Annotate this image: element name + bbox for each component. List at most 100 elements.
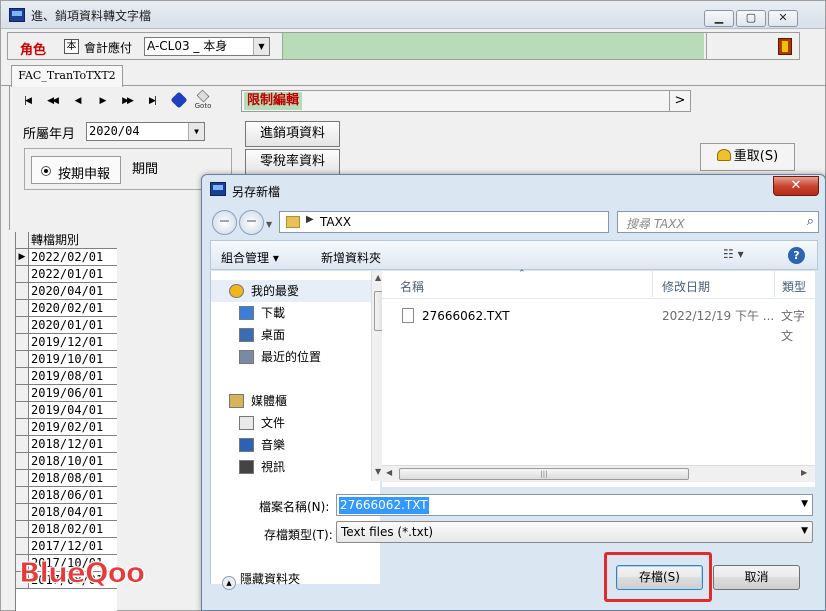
row-indicator[interactable] [16, 453, 28, 469]
row-indicator[interactable] [16, 317, 28, 333]
organize-button[interactable]: 組合管理 ▾ [221, 249, 279, 266]
grid-row[interactable]: 2019/02/01 [16, 419, 117, 436]
reset-button[interactable]: 重取(S) [700, 143, 795, 171]
column-type[interactable]: 類型 [782, 278, 806, 295]
row-indicator[interactable] [16, 385, 28, 401]
nav-item[interactable]: 文件 [211, 412, 373, 434]
row-indicator[interactable] [16, 538, 28, 554]
chevron-down-icon[interactable]: ▼ [801, 499, 808, 509]
first-record-button[interactable]: |◀ [19, 94, 35, 108]
row-indicator[interactable] [16, 504, 28, 520]
column-date-modified[interactable]: 修改日期 [662, 278, 710, 295]
tab-fac-trantotxt2[interactable]: FAC_TranToTXT2 [11, 65, 123, 87]
collapse-icon[interactable]: ▲ [222, 576, 236, 590]
grid-row[interactable]: ▶ 2022/02/01 [16, 249, 117, 266]
scroll-up-icon[interactable]: ▲ [375, 273, 381, 282]
grid-row[interactable]: 2020/04/01 [16, 283, 117, 300]
grid-row[interactable]: 2019/08/01 [16, 368, 117, 385]
last-record-button[interactable]: ▶| [144, 94, 160, 108]
file-name-input[interactable]: 27666062.TXT ▼ [336, 494, 813, 516]
nav-item[interactable]: 下載 [211, 302, 373, 324]
grid-row[interactable]: 2020/02/01 [16, 300, 117, 317]
save-button[interactable]: 存檔(S) [616, 565, 703, 590]
file-row[interactable]: 27666062.TXT 2022/12/19 下午 ... 文字文 [398, 306, 815, 343]
limit-next-button[interactable]: > [669, 90, 691, 112]
row-indicator[interactable] [16, 351, 28, 367]
grid-row[interactable]: 2019/12/01 [16, 334, 117, 351]
nav-item[interactable]: 音樂 [211, 434, 373, 456]
scroll-thumb[interactable]: ||| [399, 468, 689, 480]
row-indicator[interactable] [16, 402, 28, 418]
grid-row[interactable]: 2018/10/01 [16, 453, 117, 470]
nav-item[interactable]: 媒體櫃 [211, 390, 373, 412]
scroll-left-icon[interactable]: ◀ [386, 468, 392, 477]
grid-row[interactable]: 2019/04/01 [16, 402, 117, 419]
radio-periodic-filing[interactable]: 按期申報 [31, 156, 121, 184]
row-indicator[interactable] [16, 368, 28, 384]
next-record-button[interactable]: ▶ [94, 94, 110, 108]
dialog-close-button[interactable]: ✕ [773, 176, 819, 196]
grid-row[interactable]: 2020/01/01 [16, 317, 117, 334]
scroll-down-icon[interactable]: ▼ [375, 467, 381, 476]
grid-row[interactable]: 2018/12/01 [16, 436, 117, 453]
prev-record-button[interactable]: ◀ [69, 94, 85, 108]
forward-button[interactable] [239, 210, 264, 235]
next-page-button[interactable]: ▶▶ [119, 94, 135, 108]
row-indicator[interactable] [16, 436, 28, 452]
file-type-select[interactable]: Text files (*.txt) ▼ [336, 521, 813, 543]
period-select[interactable]: 2020/04 ▼ [86, 122, 205, 141]
cancel-button[interactable]: 取消 [713, 565, 800, 590]
column-divider[interactable] [652, 271, 653, 297]
sales-purchase-data-button[interactable]: 進銷項資料 [245, 121, 340, 147]
row-indicator[interactable] [16, 334, 28, 350]
back-button[interactable] [212, 210, 237, 235]
grid-row[interactable]: 2018/06/01 [16, 487, 117, 504]
exit-door-icon[interactable] [778, 38, 792, 55]
close-button[interactable]: ✕ [768, 10, 798, 27]
grid-column-period[interactable]: 轉檔期別 [28, 232, 117, 249]
chevron-down-icon[interactable]: ▼ [801, 526, 808, 536]
goto-button[interactable]: Goto [193, 89, 213, 112]
grid-row[interactable]: 2017/12/01 [16, 538, 117, 555]
row-indicator[interactable] [16, 283, 28, 299]
grid-row[interactable]: 2018/04/01 [16, 504, 117, 521]
role-select[interactable]: A-CL03 _ 本身 ▼ [144, 37, 270, 56]
grid-row[interactable]: 2019/06/01 [16, 385, 117, 402]
chevron-down-icon[interactable]: ▼ [253, 38, 269, 55]
nav-item[interactable]: 最近的位置 [211, 346, 373, 368]
search-input[interactable]: 搜尋 TAXX ⌕ [617, 211, 819, 233]
row-indicator[interactable] [16, 470, 28, 486]
breadcrumb-separator-icon[interactable]: ▶ [306, 214, 314, 225]
column-name[interactable]: 名稱 [400, 278, 424, 295]
grid-row[interactable]: 2019/10/01 [16, 351, 117, 368]
maximize-button[interactable]: ▢ [736, 10, 766, 27]
breadcrumb-taxx[interactable]: TAXX [320, 215, 351, 229]
row-indicator[interactable] [16, 419, 28, 435]
address-bar[interactable]: ▶ TAXX ▼ ⟳ [279, 211, 674, 233]
zero-tax-data-button[interactable]: 零稅率資料 [245, 149, 340, 175]
row-indicator[interactable] [16, 300, 28, 316]
help-icon[interactable]: ? [788, 247, 805, 264]
current-row-marker-icon[interactable]: ▶ [16, 249, 28, 265]
prev-page-button[interactable]: ◀◀ [44, 94, 60, 108]
row-indicator[interactable] [16, 521, 28, 537]
grid-row[interactable]: 2022/01/01 [16, 266, 117, 283]
search-icon[interactable]: ⌕ [807, 214, 814, 229]
nav-item[interactable]: 我的最愛 [211, 280, 373, 302]
recent-pages-chevron-icon[interactable]: ▼ [266, 220, 272, 229]
grid-row[interactable]: 2018/02/01 [16, 521, 117, 538]
scroll-right-icon[interactable]: ▶ [801, 468, 807, 477]
nav-item[interactable]: 桌面 [211, 324, 373, 346]
chevron-down-icon[interactable]: ▼ [188, 123, 204, 140]
new-folder-button[interactable]: 新增資料夾 [321, 249, 381, 266]
minimize-button[interactable]: ▁ [704, 10, 734, 27]
row-indicator[interactable] [16, 266, 28, 282]
column-divider[interactable] [774, 271, 775, 297]
grid-row[interactable]: 2018/08/01 [16, 470, 117, 487]
nav-item[interactable]: 視訊 [211, 456, 373, 478]
bookmark-tag-icon[interactable] [170, 91, 188, 109]
row-indicator[interactable] [16, 487, 28, 503]
hide-folders-toggle[interactable]: ▲ 隱藏資料夾 [222, 570, 300, 590]
radio-dot[interactable] [41, 166, 51, 176]
view-options-icon[interactable]: ☷ ▾ [723, 247, 744, 261]
